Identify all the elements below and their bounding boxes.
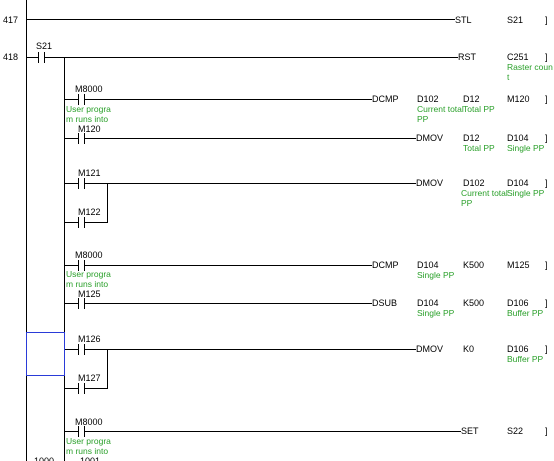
instr-dmov[interactable]: DMOV xyxy=(416,344,443,354)
contact-comment-2: m runs into xyxy=(66,114,108,124)
bracket-end: ] xyxy=(545,260,548,270)
contact-comment-2: m runs into xyxy=(66,446,108,456)
op-m120[interactable]: M120 xyxy=(507,94,530,104)
comment-single-pp: Single PP xyxy=(417,270,455,280)
contact-label-m126: M126 xyxy=(78,334,101,344)
comment-single-pp: Single PP xyxy=(417,308,455,318)
contact-comment-1: User progra xyxy=(66,436,111,446)
op-s21[interactable]: S21 xyxy=(507,15,523,25)
contact-m127[interactable] xyxy=(78,383,85,394)
step-number-417: 417 xyxy=(3,15,18,25)
contact-comment-1: User progra xyxy=(66,104,111,114)
op-d104[interactable]: D104 xyxy=(417,260,439,270)
bracket-end: ] xyxy=(545,94,548,104)
comment-current-total-1: Current total xyxy=(417,104,464,114)
instr-rst[interactable]: RST xyxy=(458,52,477,62)
comment-current-total-2: PP xyxy=(417,114,429,124)
comment-raster-count-2: t xyxy=(507,72,510,82)
instr-dsub[interactable]: DSUB xyxy=(372,298,397,308)
instr-dcmp[interactable]: DCMP xyxy=(372,260,399,270)
contact-label-m127: M127 xyxy=(78,373,101,383)
op-d104[interactable]: D104 xyxy=(507,133,529,143)
contact-m122[interactable] xyxy=(78,217,85,228)
contact-label-m125: M125 xyxy=(78,289,101,299)
op-d102[interactable]: D102 xyxy=(417,94,439,104)
contact-label-s21: S21 xyxy=(36,41,52,51)
op-d12[interactable]: D12 xyxy=(463,94,480,104)
comment-single-pp: Single PP xyxy=(507,143,545,153)
comment-total-pp: Total PP xyxy=(463,143,495,153)
bracket-end: ] xyxy=(545,15,548,25)
footer-right: 1001 xyxy=(80,456,100,461)
op-k0[interactable]: K0 xyxy=(463,344,474,354)
contact-comment-2: m runs into xyxy=(66,279,108,289)
comment-buffer-pp: Buffer PP xyxy=(507,308,544,318)
contact-label-m8000: M8000 xyxy=(75,84,103,94)
instr-dmov[interactable]: DMOV xyxy=(416,133,443,143)
instr-stl[interactable]: STL xyxy=(455,15,472,25)
step-number-418: 418 xyxy=(3,52,18,62)
op-d104[interactable]: D104 xyxy=(417,298,439,308)
instr-dmov[interactable]: DMOV xyxy=(416,178,443,188)
op-d104[interactable]: D104 xyxy=(507,178,529,188)
comment-raster-count-1: Raster coun xyxy=(507,62,553,72)
op-d102[interactable]: D102 xyxy=(463,178,485,188)
bracket-end: ] xyxy=(545,178,548,188)
footer-left: 1000 xyxy=(34,456,54,461)
op-d106[interactable]: D106 xyxy=(507,344,529,354)
instr-dcmp[interactable]: DCMP xyxy=(372,94,399,104)
contact-label-m120: M120 xyxy=(78,124,101,134)
comment-total-pp: Total PP xyxy=(463,104,495,114)
contact-label-m122: M122 xyxy=(78,207,101,217)
op-k500[interactable]: K500 xyxy=(463,298,484,308)
comment-single-pp: Single PP xyxy=(507,188,545,198)
op-s22[interactable]: S22 xyxy=(507,426,523,436)
contact-label-m8000: M8000 xyxy=(75,417,103,427)
op-d12[interactable]: D12 xyxy=(463,133,480,143)
op-k500[interactable]: K500 xyxy=(463,260,484,270)
bracket-end: ] xyxy=(545,426,548,436)
contact-label-m8000: M8000 xyxy=(75,250,103,260)
bracket-end: ] xyxy=(545,52,548,62)
op-c251[interactable]: C251 xyxy=(507,52,529,62)
contact-m126[interactable] xyxy=(78,344,85,355)
contact-m121[interactable] xyxy=(78,178,85,189)
contact-m120[interactable] xyxy=(78,133,85,144)
comment-current-total-1: Current total xyxy=(461,188,508,198)
bracket-end: ] xyxy=(545,298,548,308)
contact-m125[interactable] xyxy=(78,298,85,309)
contact-s21[interactable] xyxy=(38,52,45,63)
ladder-diagram: 417 STL S21 ] 418 S21 RST C251 Raster co… xyxy=(3,0,553,461)
bracket-end: ] xyxy=(545,133,548,143)
op-m125[interactable]: M125 xyxy=(507,260,530,270)
selection-box xyxy=(26,332,65,376)
comment-current-total-2: PP xyxy=(461,198,473,208)
instr-set[interactable]: SET xyxy=(461,426,479,436)
comment-buffer-pp: Buffer PP xyxy=(507,354,544,364)
op-d106[interactable]: D106 xyxy=(507,298,529,308)
contact-label-m121: M121 xyxy=(78,168,101,178)
contact-comment-1: User progra xyxy=(66,269,111,279)
bracket-end: ] xyxy=(545,344,548,354)
